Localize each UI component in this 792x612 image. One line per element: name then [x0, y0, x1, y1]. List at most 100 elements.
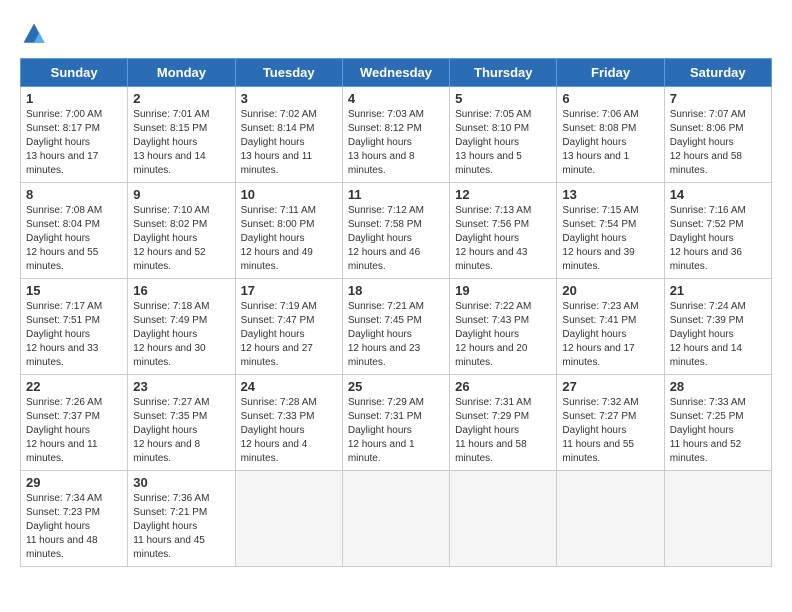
calendar-cell: 22Sunrise: 7:26 AMSunset: 7:37 PMDayligh… [21, 375, 128, 471]
calendar-cell [557, 471, 664, 567]
day-info: Sunrise: 7:15 AMSunset: 7:54 PMDaylight … [562, 204, 658, 274]
weekday-header-saturday: Saturday [664, 59, 771, 87]
day-info: Sunrise: 7:10 AMSunset: 8:02 PMDaylight … [133, 204, 229, 274]
day-number: 12 [455, 187, 551, 202]
calendar-week-0: 1 Sunrise: 7:00 AMSunset: 8:17 PMDaylight… [21, 87, 772, 183]
calendar-week-4: 29 Sunrise: 7:34 AMSunset: 7:23 PMDayligh… [21, 471, 772, 567]
logo [20, 20, 52, 48]
day-info: Sunrise: 7:07 AMSunset: 8:06 PMDaylight … [670, 108, 766, 178]
weekday-header-tuesday: Tuesday [235, 59, 342, 87]
day-number: 10 [241, 187, 337, 202]
day-info: Sunrise: 7:28 AMSunset: 7:33 PMDaylight … [241, 396, 337, 466]
day-number: 30 [133, 475, 229, 490]
day-number: 27 [562, 379, 658, 394]
calendar-cell: 20 Sunrise: 7:23 AMSunset: 7:41 PMDayligh… [557, 279, 664, 375]
day-number: 17 [241, 283, 337, 298]
day-info: Sunrise: 7:06 AMSunset: 8:08 PMDaylight … [562, 108, 658, 178]
weekday-header-friday: Friday [557, 59, 664, 87]
calendar-week-2: 15 Sunrise: 7:17 AMSunset: 7:51 PMDayligh… [21, 279, 772, 375]
calendar-table: SundayMondayTuesdayWednesdayThursdayFrid… [20, 58, 772, 567]
day-info: Sunrise: 7:12 AMSunset: 7:58 PMDaylight … [348, 204, 444, 274]
day-number: 25 [348, 379, 444, 394]
day-info: Sunrise: 7:29 AMSunset: 7:31 PMDaylight … [348, 396, 444, 466]
calendar-cell: 11 Sunrise: 7:12 AMSunset: 7:58 PMDayligh… [342, 183, 449, 279]
calendar-cell: 3 Sunrise: 7:02 AMSunset: 8:14 PMDaylight… [235, 87, 342, 183]
day-info: Sunrise: 7:31 AMSunset: 7:29 PMDaylight … [455, 396, 551, 466]
calendar-cell: 6Sunrise: 7:06 AMSunset: 8:08 PMDaylight… [557, 87, 664, 183]
calendar-cell [235, 471, 342, 567]
day-number: 3 [241, 91, 337, 106]
day-info: Sunrise: 7:32 AMSunset: 7:27 PMDaylight … [562, 396, 658, 466]
weekday-header-sunday: Sunday [21, 59, 128, 87]
day-info: Sunrise: 7:16 AMSunset: 7:52 PMDaylight … [670, 204, 766, 274]
calendar-cell: 2 Sunrise: 7:01 AMSunset: 8:15 PMDaylight… [128, 87, 235, 183]
calendar-cell: 19 Sunrise: 7:22 AMSunset: 7:43 PMDayligh… [450, 279, 557, 375]
day-info: Sunrise: 7:01 AMSunset: 8:15 PMDaylight … [133, 108, 229, 178]
weekday-header-row: SundayMondayTuesdayWednesdayThursdayFrid… [21, 59, 772, 87]
calendar-cell: 17 Sunrise: 7:19 AMSunset: 7:47 PMDayligh… [235, 279, 342, 375]
weekday-header-wednesday: Wednesday [342, 59, 449, 87]
calendar-cell: 30 Sunrise: 7:36 AMSunset: 7:21 PMDayligh… [128, 471, 235, 567]
day-info: Sunrise: 7:36 AMSunset: 7:21 PMDaylight … [133, 492, 229, 562]
calendar-cell: 5 Sunrise: 7:05 AMSunset: 8:10 PMDaylight… [450, 87, 557, 183]
day-info: Sunrise: 7:22 AMSunset: 7:43 PMDaylight … [455, 300, 551, 370]
day-info: Sunrise: 7:17 AMSunset: 7:51 PMDaylight … [26, 300, 122, 370]
calendar-cell: 9 Sunrise: 7:10 AMSunset: 8:02 PMDaylight… [128, 183, 235, 279]
day-info: Sunrise: 7:23 AMSunset: 7:41 PMDaylight … [562, 300, 658, 370]
calendar-cell: 14Sunrise: 7:16 AMSunset: 7:52 PMDayligh… [664, 183, 771, 279]
day-number: 20 [562, 283, 658, 298]
day-number: 5 [455, 91, 551, 106]
day-number: 7 [670, 91, 766, 106]
calendar-cell: 24 Sunrise: 7:28 AMSunset: 7:33 PMDayligh… [235, 375, 342, 471]
calendar-cell: 26 Sunrise: 7:31 AMSunset: 7:29 PMDayligh… [450, 375, 557, 471]
day-number: 26 [455, 379, 551, 394]
day-number: 19 [455, 283, 551, 298]
day-info: Sunrise: 7:34 AMSunset: 7:23 PMDaylight … [26, 492, 122, 562]
calendar-cell: 23Sunrise: 7:27 AMSunset: 7:35 PMDayligh… [128, 375, 235, 471]
weekday-header-monday: Monday [128, 59, 235, 87]
calendar-cell [342, 471, 449, 567]
calendar-cell: 15 Sunrise: 7:17 AMSunset: 7:51 PMDayligh… [21, 279, 128, 375]
calendar-cell: 12 Sunrise: 7:13 AMSunset: 7:56 PMDayligh… [450, 183, 557, 279]
day-number: 11 [348, 187, 444, 202]
day-number: 4 [348, 91, 444, 106]
day-number: 16 [133, 283, 229, 298]
day-number: 24 [241, 379, 337, 394]
day-info: Sunrise: 7:13 AMSunset: 7:56 PMDaylight … [455, 204, 551, 274]
day-number: 8 [26, 187, 122, 202]
day-number: 1 [26, 91, 122, 106]
calendar-cell: 27 Sunrise: 7:32 AMSunset: 7:27 PMDayligh… [557, 375, 664, 471]
day-number: 2 [133, 91, 229, 106]
day-info: Sunrise: 7:03 AMSunset: 8:12 PMDaylight … [348, 108, 444, 178]
calendar-cell: 21 Sunrise: 7:24 AMSunset: 7:39 PMDayligh… [664, 279, 771, 375]
calendar-cell: 13Sunrise: 7:15 AMSunset: 7:54 PMDayligh… [557, 183, 664, 279]
day-number: 29 [26, 475, 122, 490]
day-number: 18 [348, 283, 444, 298]
calendar-cell: 28 Sunrise: 7:33 AMSunset: 7:25 PMDayligh… [664, 375, 771, 471]
calendar-body: 1 Sunrise: 7:00 AMSunset: 8:17 PMDaylight… [21, 87, 772, 567]
day-number: 9 [133, 187, 229, 202]
page-header [20, 20, 772, 48]
day-info: Sunrise: 7:24 AMSunset: 7:39 PMDaylight … [670, 300, 766, 370]
calendar-cell [450, 471, 557, 567]
calendar-cell: 4 Sunrise: 7:03 AMSunset: 8:12 PMDaylight… [342, 87, 449, 183]
day-info: Sunrise: 7:05 AMSunset: 8:10 PMDaylight … [455, 108, 551, 178]
calendar-cell: 8Sunrise: 7:08 AMSunset: 8:04 PMDaylight… [21, 183, 128, 279]
calendar-cell: 7 Sunrise: 7:07 AMSunset: 8:06 PMDaylight… [664, 87, 771, 183]
day-info: Sunrise: 7:00 AMSunset: 8:17 PMDaylight … [26, 108, 122, 178]
day-info: Sunrise: 7:19 AMSunset: 7:47 PMDaylight … [241, 300, 337, 370]
day-number: 28 [670, 379, 766, 394]
calendar-cell: 18 Sunrise: 7:21 AMSunset: 7:45 PMDayligh… [342, 279, 449, 375]
day-info: Sunrise: 7:11 AMSunset: 8:00 PMDaylight … [241, 204, 337, 274]
day-info: Sunrise: 7:27 AMSunset: 7:35 PMDaylight … [133, 396, 229, 466]
day-number: 15 [26, 283, 122, 298]
calendar-cell: 16 Sunrise: 7:18 AMSunset: 7:49 PMDayligh… [128, 279, 235, 375]
day-number: 21 [670, 283, 766, 298]
calendar-cell: 1 Sunrise: 7:00 AMSunset: 8:17 PMDaylight… [21, 87, 128, 183]
day-info: Sunrise: 7:21 AMSunset: 7:45 PMDaylight … [348, 300, 444, 370]
day-info: Sunrise: 7:33 AMSunset: 7:25 PMDaylight … [670, 396, 766, 466]
calendar-week-1: 8Sunrise: 7:08 AMSunset: 8:04 PMDaylight… [21, 183, 772, 279]
day-info: Sunrise: 7:18 AMSunset: 7:49 PMDaylight … [133, 300, 229, 370]
calendar-cell [664, 471, 771, 567]
day-info: Sunrise: 7:02 AMSunset: 8:14 PMDaylight … [241, 108, 337, 178]
